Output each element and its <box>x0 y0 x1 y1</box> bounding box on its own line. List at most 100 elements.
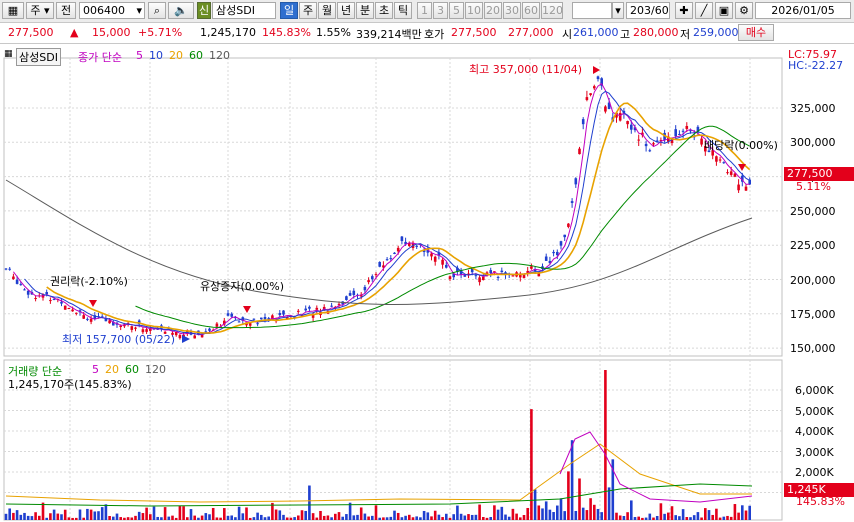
sound-button[interactable]: 🔈 <box>168 2 194 19</box>
stock-code-value: 006400 <box>83 4 125 17</box>
candle-body <box>315 307 319 310</box>
volume-bar <box>356 514 359 520</box>
candle-body <box>130 326 134 330</box>
volume-bar <box>685 517 689 520</box>
date-field[interactable]: 2026/01/05 <box>755 2 851 19</box>
candle-body <box>715 156 718 162</box>
interval-custom-input[interactable] <box>572 2 612 19</box>
volume-bar <box>496 509 500 520</box>
buy-button[interactable]: 매수 <box>738 24 774 41</box>
volume-bar <box>681 509 685 520</box>
grid-icon: ▦ <box>7 4 19 17</box>
candle-body <box>230 313 233 317</box>
panel-menu-icon[interactable]: ▦ <box>4 49 13 59</box>
volume-bar <box>297 515 300 520</box>
period-tab-2[interactable]: 월 <box>318 2 336 19</box>
volume-bar <box>522 515 526 520</box>
price-axis-tick: 250,000 <box>790 204 836 218</box>
candle-body <box>367 280 370 283</box>
volume-bar <box>189 509 193 520</box>
volume-bar <box>304 510 307 520</box>
volume-bar <box>696 512 700 520</box>
volume-bar <box>674 515 677 520</box>
chart-canvas[interactable] <box>0 44 854 522</box>
volume-bar <box>134 515 137 520</box>
stock-name-field[interactable]: 삼성SDI <box>212 2 276 19</box>
period-tab-6[interactable]: 틱 <box>394 2 412 19</box>
interval-button-5[interactable]: 30 <box>503 2 521 19</box>
period-tab-1[interactable]: 주 <box>299 2 317 19</box>
candle-body <box>393 252 396 255</box>
high-label: 고 <box>620 28 631 41</box>
candle-body <box>363 286 367 291</box>
volume-bar <box>334 513 337 520</box>
candle-body <box>215 323 219 327</box>
search-button[interactable]: ⌕ <box>148 2 166 19</box>
candle-body <box>252 318 256 320</box>
volume-bar <box>193 515 196 520</box>
chart-menu-button[interactable]: ▦ <box>2 2 24 19</box>
tool-button-2[interactable]: ╱ <box>695 2 713 19</box>
volume-bar <box>45 517 48 520</box>
interval-button-7[interactable]: 120 <box>541 2 563 19</box>
interval-button-0[interactable]: 1 <box>417 2 432 19</box>
volume-axis-tick: 4,000K <box>795 425 834 438</box>
volume-bar <box>393 510 396 520</box>
trade-amount: 339,214백만 <box>356 28 422 41</box>
volume-bar <box>426 512 430 520</box>
period-tab-3[interactable]: 년 <box>337 2 355 19</box>
candle-body <box>63 305 67 310</box>
candle-body <box>282 310 285 315</box>
interval-button-3[interactable]: 10 <box>465 2 483 19</box>
volume-bar <box>641 517 644 520</box>
period-tab-5[interactable]: 초 <box>375 2 393 19</box>
volume-bar <box>689 517 692 520</box>
candle-body <box>193 335 196 339</box>
volume-bar <box>704 508 707 520</box>
period-tab-4[interactable]: 분 <box>356 2 374 19</box>
volume-bar <box>82 517 85 520</box>
interval-button-6[interactable]: 60 <box>522 2 540 19</box>
settings-button[interactable]: ⚙ <box>735 2 753 19</box>
volume-bar <box>519 517 522 520</box>
candle-body <box>208 328 211 331</box>
period-tab-0[interactable]: 일 <box>280 2 298 19</box>
volume-bar <box>285 517 289 520</box>
candle-body <box>618 112 622 121</box>
volume-bar <box>248 517 252 520</box>
data-count-field[interactable]: 203/600 <box>626 2 670 19</box>
volume-bar <box>315 517 319 520</box>
stock-code-input[interactable]: 006400 ▾ <box>79 2 145 19</box>
candle-body <box>82 315 85 319</box>
volume-bar <box>744 510 748 520</box>
volume-bar <box>578 478 581 520</box>
volume-bar <box>322 515 326 520</box>
tool-button-3[interactable]: ▣ <box>715 2 733 19</box>
volume-bar <box>163 507 167 520</box>
volume-bar <box>226 515 230 520</box>
volume-bar <box>300 510 304 520</box>
interval-button-1[interactable]: 3 <box>433 2 448 19</box>
interval-button-2[interactable]: 5 <box>449 2 464 19</box>
volume-bar <box>26 515 30 520</box>
stock-tag[interactable]: 삼성SDI <box>16 48 61 66</box>
period-select[interactable]: 전 <box>56 2 76 19</box>
interval-button-4[interactable]: 20 <box>484 2 502 19</box>
volume-bar <box>482 516 485 520</box>
chevron-down-icon: ▾ <box>615 4 621 17</box>
volume-bar <box>89 509 93 520</box>
ask-price-2: 277,000 <box>508 26 554 39</box>
candle-body <box>478 277 481 283</box>
volume-bar <box>245 507 248 520</box>
candle-body <box>352 290 356 295</box>
interval-dropdown[interactable]: ▾ <box>612 2 624 19</box>
market-select[interactable]: 주 ▾ <box>26 2 54 19</box>
volume-bar <box>700 517 703 520</box>
candle-body <box>385 259 389 261</box>
candle-body <box>589 93 592 96</box>
candle-body <box>722 162 726 164</box>
tool-button-1[interactable]: ✚ <box>675 2 693 19</box>
stock-name-value: 삼성SDI <box>216 4 255 17</box>
volume-bar <box>223 508 226 520</box>
volume-bar <box>15 510 19 520</box>
